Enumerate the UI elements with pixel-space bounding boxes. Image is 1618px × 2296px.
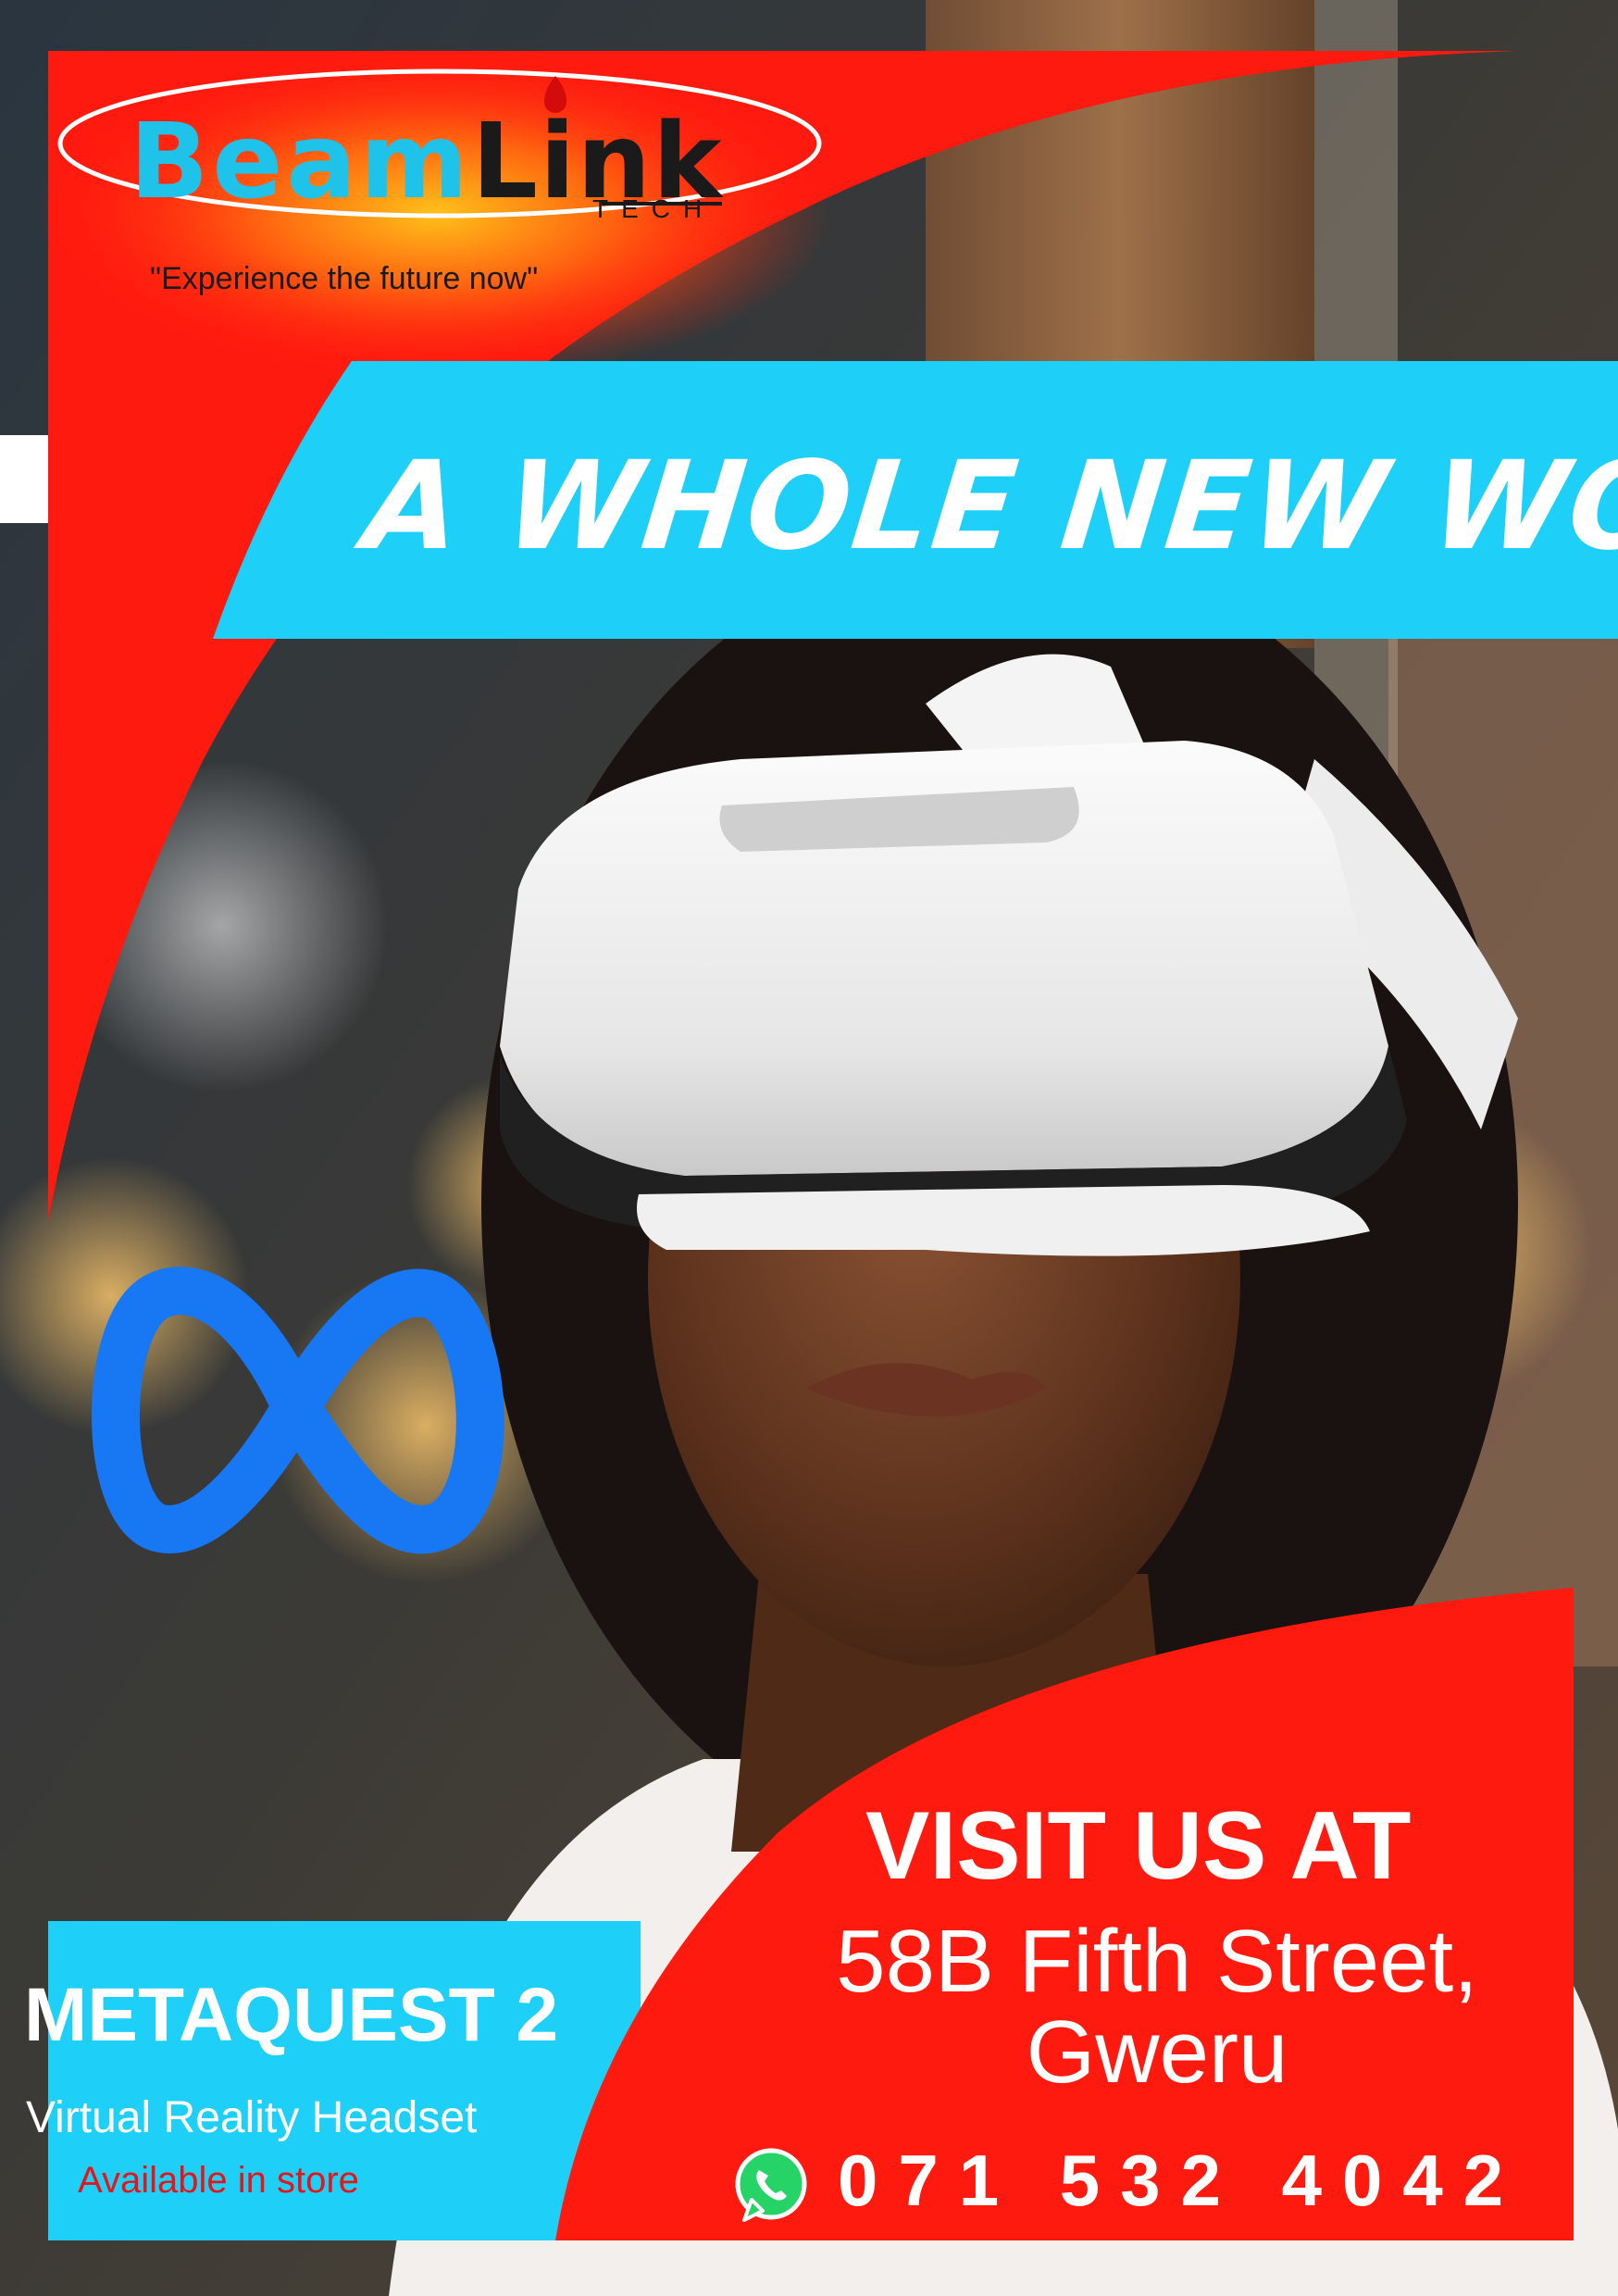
headline: A WHOLE NEW WORLD	[357, 435, 1618, 578]
poster: BeamLink TECH "Experience the future now…	[0, 0, 1618, 2296]
address: 58B Fifth Street, Gweru	[787, 1916, 1527, 2098]
brand-name-beam: Beam	[130, 102, 472, 222]
phone-number: 071 532 4042	[838, 2140, 1525, 2221]
brand-slogan: "Experience the future now"	[150, 261, 539, 296]
address-line-2: Gweru	[1026, 2002, 1288, 2102]
visit-title: VISIT US AT	[865, 1792, 1412, 1900]
meta-infinity-logo-icon	[92, 1267, 504, 1554]
product-name: METAQUEST 2	[24, 1973, 559, 2057]
product-availability: Available in store	[78, 2160, 359, 2201]
brand-suffix: TECH	[592, 194, 716, 223]
address-line-1: 58B Fifth Street,	[836, 1912, 1478, 2011]
whatsapp-icon	[735, 2148, 807, 2222]
product-description: Virtual Reality Headset	[26, 2093, 478, 2142]
